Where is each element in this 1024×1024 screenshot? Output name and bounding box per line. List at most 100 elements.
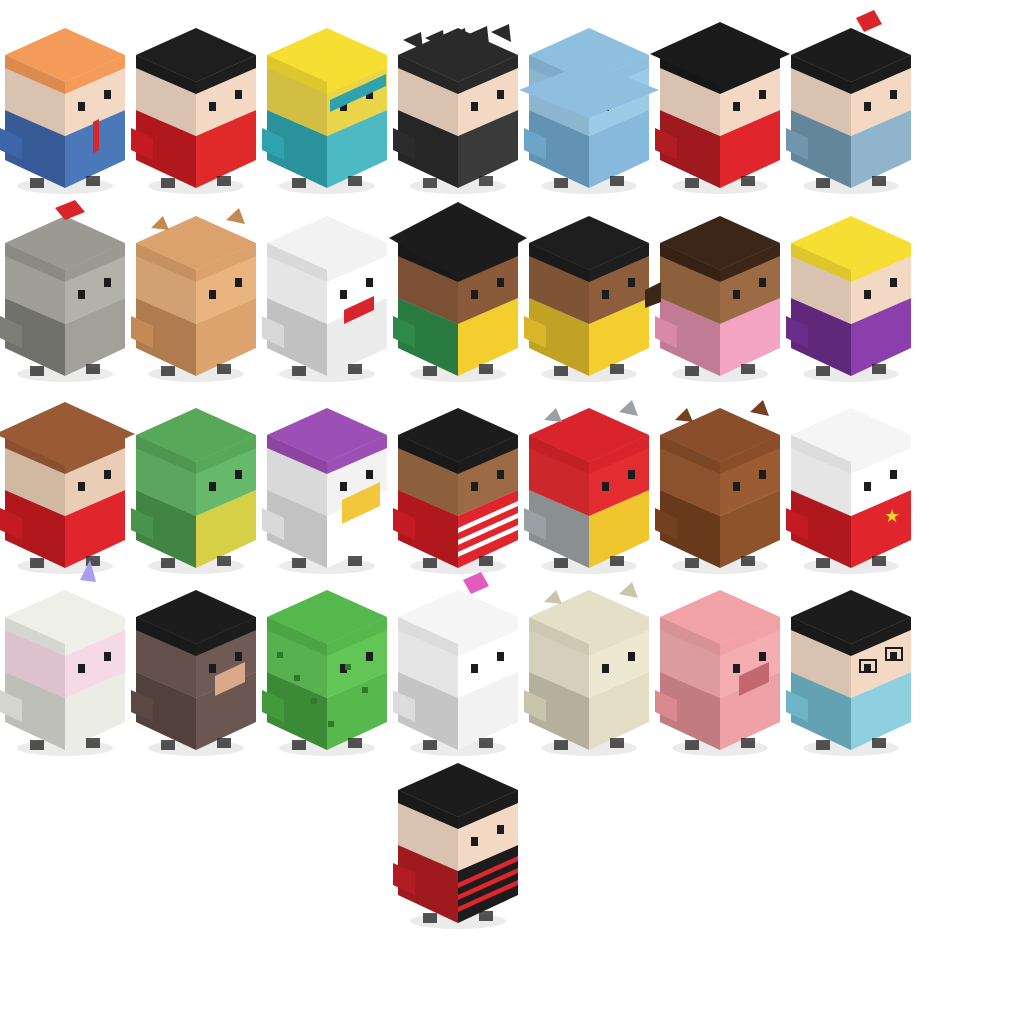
character-red-shirt-boy <box>131 10 261 200</box>
character-unicorn <box>0 560 130 762</box>
character-green-ogre <box>131 390 261 580</box>
cowboy-figure <box>0 402 135 574</box>
character-koala <box>524 390 654 580</box>
eye-left <box>78 102 85 111</box>
character-glasses-guy <box>786 572 916 762</box>
character-white-hero: ★ <box>786 390 916 580</box>
foot-right <box>217 556 231 566</box>
eye-left <box>733 664 740 673</box>
bow-girl-sprite <box>786 10 911 194</box>
eye-left <box>209 290 216 299</box>
sheep-figure <box>393 572 518 756</box>
eye-right <box>497 278 504 287</box>
character-mole <box>131 572 261 762</box>
glasses-guy-sprite <box>786 590 911 756</box>
eye-right <box>759 470 766 479</box>
character-yellow-hero <box>262 10 392 200</box>
eye-right <box>497 90 504 99</box>
tie <box>93 119 99 153</box>
foot-left <box>554 178 568 188</box>
eye-left <box>471 290 478 299</box>
foot-left <box>423 558 437 568</box>
eye-right <box>366 470 373 479</box>
ear-right <box>619 400 638 416</box>
spiky-hair-kid-sprite <box>393 24 518 194</box>
spike <box>403 32 423 50</box>
spot <box>277 652 283 658</box>
ear-right <box>619 582 638 598</box>
robot-figure <box>0 200 125 382</box>
foot-left <box>816 178 830 188</box>
eye-left <box>602 290 609 299</box>
character-bow-girl <box>786 10 916 200</box>
eye-left <box>471 102 478 111</box>
ear-left <box>544 408 562 422</box>
eye-left <box>340 290 347 299</box>
unicorn-figure <box>0 560 125 756</box>
bear-sprite <box>655 400 780 574</box>
hat-number-13-sprite <box>650 22 790 194</box>
character-blonde-girl <box>786 198 916 388</box>
character-bear <box>655 390 785 580</box>
eye-left <box>209 664 216 673</box>
character-yellow-shirt-kid <box>524 198 654 388</box>
cactus-sprite <box>262 590 387 756</box>
eye-left <box>864 290 871 299</box>
purple-duck-figure <box>262 408 387 574</box>
yellow-shirt-kid-figure <box>524 216 649 382</box>
ear-left <box>675 408 693 422</box>
foot-left <box>554 366 568 376</box>
foot-left <box>161 740 175 750</box>
eye-right <box>235 90 242 99</box>
foot-right <box>217 738 231 748</box>
eye-left <box>602 482 609 491</box>
eye-right <box>104 90 111 99</box>
spot <box>345 664 351 670</box>
character-purple-duck <box>262 390 392 580</box>
foot-right <box>86 738 100 748</box>
foot-left <box>30 558 44 568</box>
eye-right <box>235 470 242 479</box>
yellow-shirt-kid-sprite <box>524 216 649 382</box>
bow <box>856 10 882 32</box>
foot-right <box>610 176 624 186</box>
eye-left <box>209 482 216 491</box>
eye-right <box>759 652 766 661</box>
eye-right <box>497 652 504 661</box>
character-cactus <box>262 572 392 762</box>
character-cowboy <box>0 390 135 580</box>
eye-left <box>471 837 478 846</box>
character-sports-kid <box>393 390 523 580</box>
foot-left <box>816 366 830 376</box>
red-shirt-boy-sprite <box>131 28 256 194</box>
ghost-sprite <box>262 216 387 382</box>
eye-left <box>733 290 740 299</box>
eye-right <box>890 470 897 479</box>
eye-left <box>864 102 871 111</box>
foot-right <box>610 556 624 566</box>
blonde-girl-figure <box>786 216 911 382</box>
eye-right <box>628 278 635 287</box>
spot <box>362 687 368 693</box>
foot-left <box>423 178 437 188</box>
unicorn-sprite <box>0 560 125 756</box>
white-hero-sprite: ★ <box>786 408 911 574</box>
foot-left <box>161 366 175 376</box>
foot-left <box>685 366 699 376</box>
eye-right <box>890 278 897 287</box>
red-shirt-boy-figure <box>131 28 256 194</box>
foot-right <box>610 364 624 374</box>
ear-right <box>226 208 245 224</box>
bear-figure <box>655 400 780 574</box>
robot-sprite <box>0 200 125 382</box>
eye-right <box>628 652 635 661</box>
blonde-girl-sprite <box>786 216 911 382</box>
eye-right <box>497 470 504 479</box>
eye-right <box>890 90 897 99</box>
character-robot <box>0 198 130 388</box>
afro-kid-sprite <box>389 202 527 382</box>
character-blue-blob <box>519 10 659 200</box>
foot-right <box>479 176 493 186</box>
foot-left <box>292 366 306 376</box>
sheep-sprite <box>393 572 518 756</box>
